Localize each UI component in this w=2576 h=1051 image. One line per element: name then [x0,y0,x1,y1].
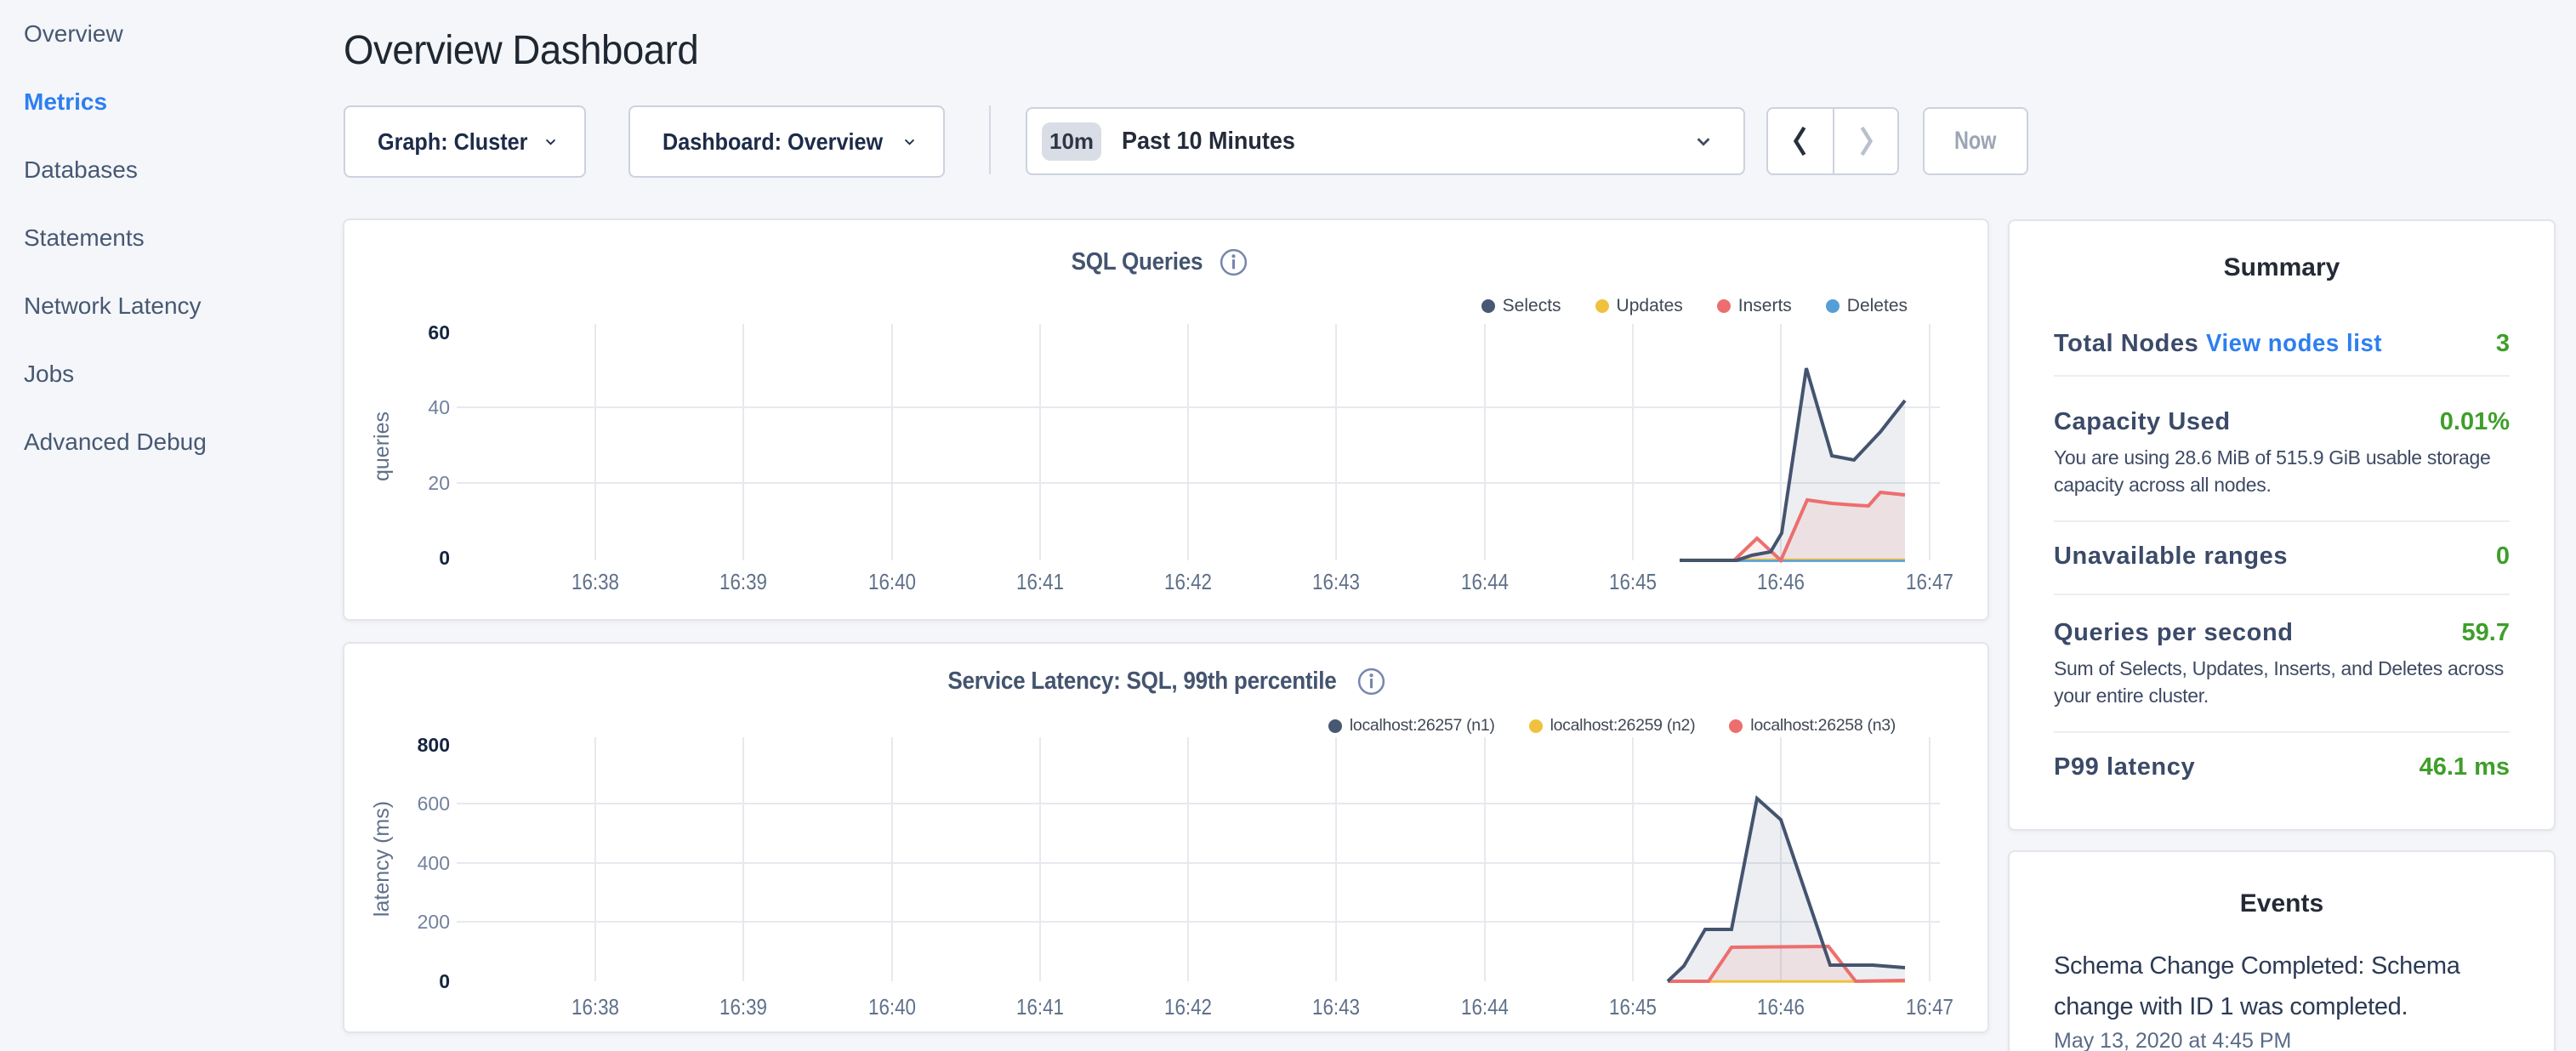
svg-text:latency (ms): latency (ms) [370,801,394,917]
svg-text:16:41: 16:41 [1016,994,1064,1020]
svg-text:16:43: 16:43 [1312,994,1360,1020]
svg-text:16:44: 16:44 [1461,569,1509,594]
svg-text:16:42: 16:42 [1164,569,1212,594]
svg-text:60: 60 [428,321,450,344]
svg-text:16:45: 16:45 [1609,569,1657,594]
svg-text:16:44: 16:44 [1461,994,1509,1020]
svg-text:16:47: 16:47 [1906,569,1953,594]
svg-text:16:39: 16:39 [719,994,767,1020]
svg-text:20: 20 [428,472,450,494]
svg-text:16:40: 16:40 [868,994,916,1020]
svg-text:800: 800 [418,734,450,756]
svg-text:16:42: 16:42 [1164,994,1212,1020]
svg-text:16:46: 16:46 [1757,569,1805,594]
svg-text:16:46: 16:46 [1757,994,1805,1020]
svg-text:400: 400 [418,852,450,874]
svg-text:16:45: 16:45 [1609,994,1657,1020]
svg-text:queries: queries [370,412,394,481]
svg-text:40: 40 [428,396,450,418]
svg-text:0: 0 [439,970,450,992]
svg-text:16:39: 16:39 [719,569,767,594]
svg-text:0: 0 [439,547,450,569]
svg-text:16:38: 16:38 [571,994,619,1020]
svg-text:600: 600 [418,793,450,815]
svg-text:16:43: 16:43 [1312,569,1360,594]
svg-text:16:40: 16:40 [868,569,916,594]
svg-text:16:38: 16:38 [571,569,619,594]
svg-text:16:41: 16:41 [1016,569,1064,594]
svg-text:200: 200 [418,911,450,933]
svg-text:16:47: 16:47 [1906,994,1953,1020]
